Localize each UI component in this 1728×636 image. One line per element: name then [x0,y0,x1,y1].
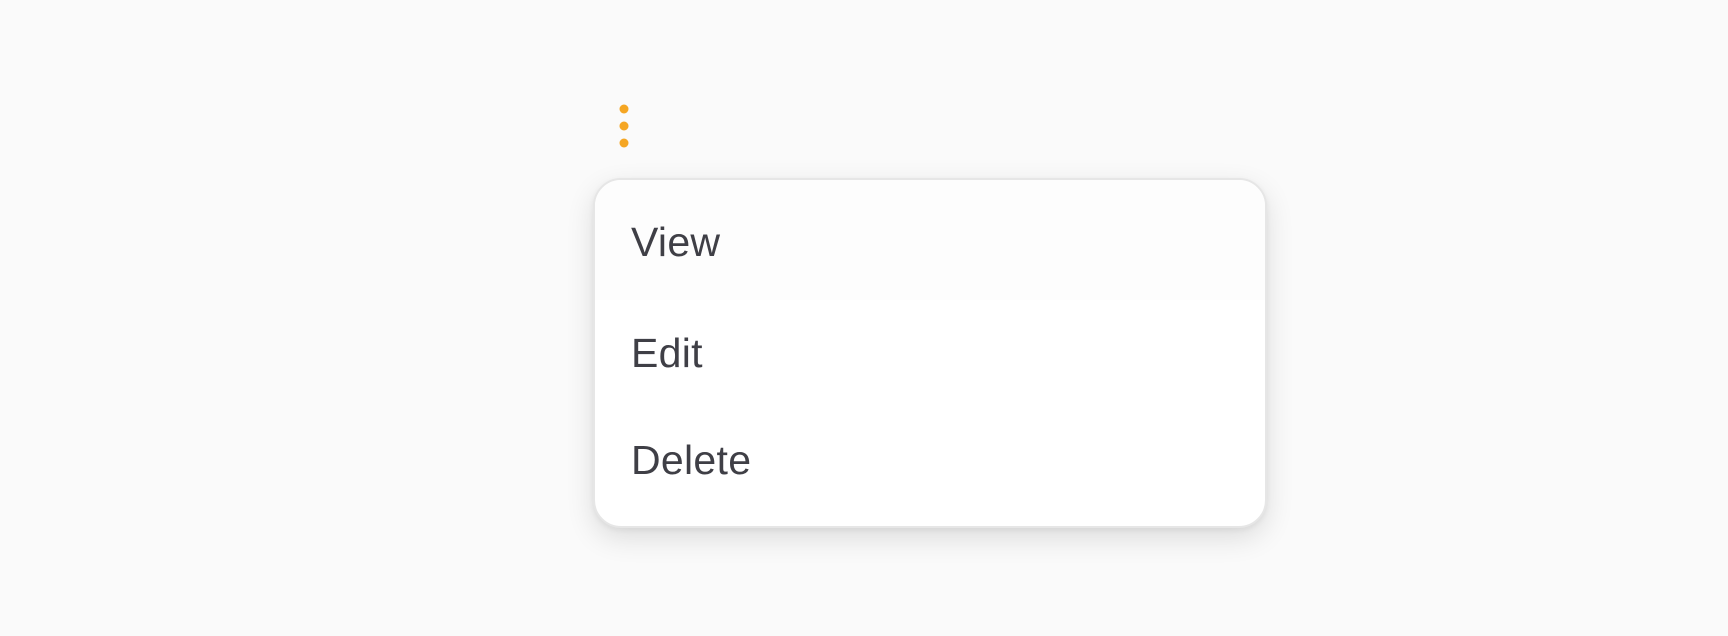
more-vertical-icon [619,104,629,148]
menu-item-delete[interactable]: Delete [595,407,1265,514]
menu-item-edit[interactable]: Edit [595,300,1265,407]
more-options-button[interactable] [608,98,640,150]
menu-item-label: Edit [631,330,703,376]
dropdown-menu: View Edit Delete [593,178,1267,528]
menu-item-label: Delete [631,437,752,483]
menu-item-view[interactable]: View [595,180,1265,300]
menu-item-label: View [631,218,721,265]
page-canvas: View Edit Delete [0,0,1728,636]
